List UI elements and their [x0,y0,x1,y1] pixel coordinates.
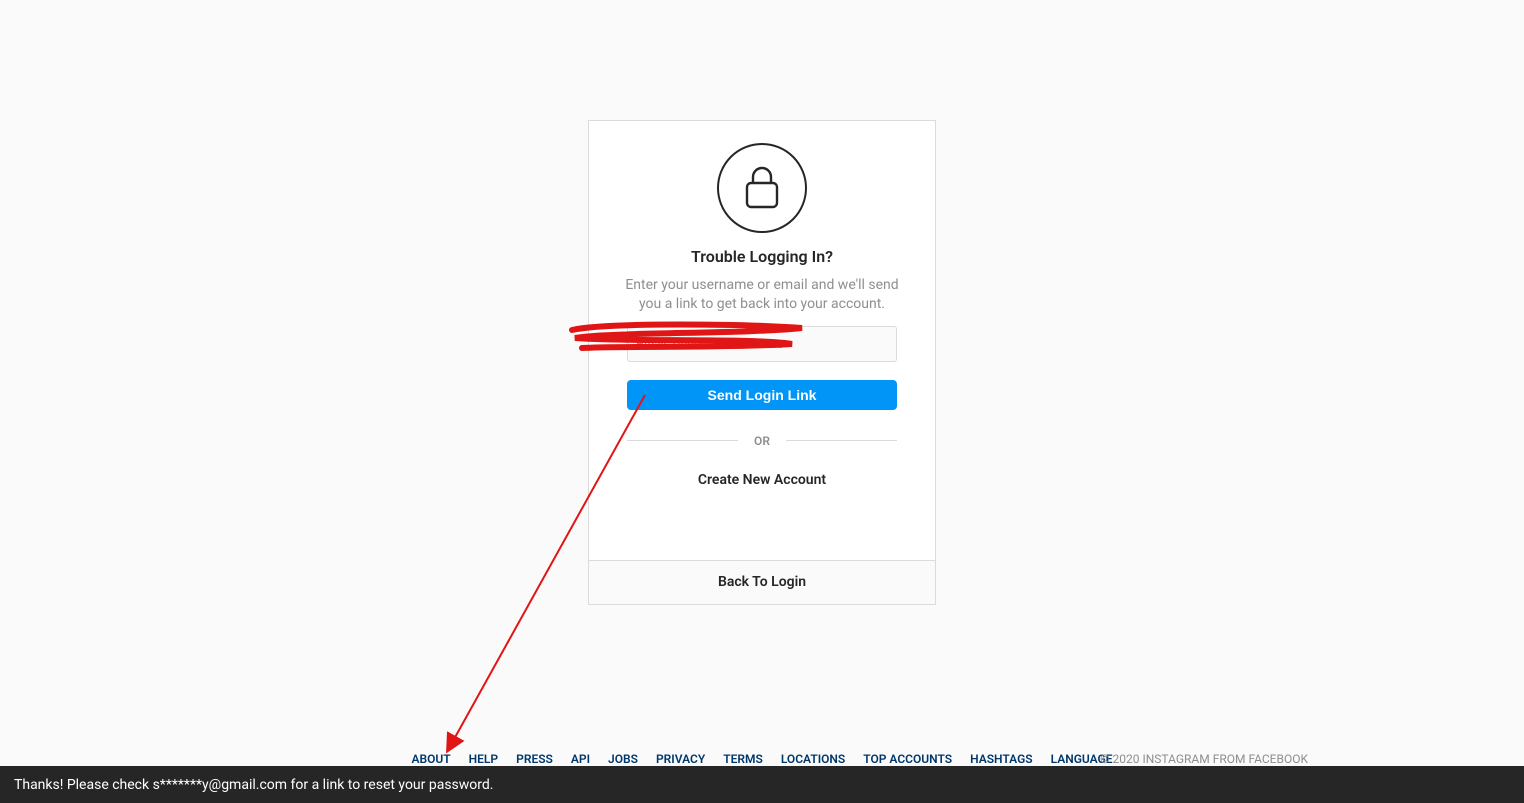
footer-link-press[interactable]: PRESS [516,752,553,766]
card-title: Trouble Logging In? [691,247,833,266]
lock-icon [717,143,807,233]
footer-links: ABOUT HELP PRESS API JOBS PRIVACY TERMS … [412,752,1113,766]
footer-link-help[interactable]: HELP [469,752,498,766]
reset-password-card: Trouble Logging In? Enter your username … [588,120,936,605]
or-label: OR [754,434,770,448]
toast-message: Thanks! Please check s*******y@gmail.com… [14,777,494,793]
footer-link-hashtags[interactable]: HASHTAGS [970,752,1032,766]
divider-line [786,440,897,441]
or-divider: OR [627,434,897,448]
footer: ABOUT HELP PRESS API JOBS PRIVACY TERMS … [0,752,1524,766]
footer-copyright: © 2020 INSTAGRAM FROM FACEBOOK [1100,752,1308,766]
identifier-input[interactable] [627,326,897,362]
send-login-link-button[interactable]: Send Login Link [627,380,897,410]
footer-link-locations[interactable]: LOCATIONS [781,752,845,766]
identifier-input-wrap [627,326,897,362]
footer-link-jobs[interactable]: JOBS [608,752,638,766]
footer-link-top-accounts[interactable]: TOP ACCOUNTS [863,752,952,766]
toast-notification: Thanks! Please check s*******y@gmail.com… [0,766,1524,803]
footer-link-about[interactable]: ABOUT [412,752,451,766]
divider-line [627,440,738,441]
create-new-account-link[interactable]: Create New Account [698,472,826,488]
card-description: Enter your username or email and we'll s… [589,276,935,314]
footer-link-terms[interactable]: TERMS [723,752,763,766]
back-to-login-button[interactable]: Back To Login [589,560,935,604]
footer-link-api[interactable]: API [571,752,590,766]
main-area: Trouble Logging In? Enter your username … [0,0,1524,605]
footer-link-privacy[interactable]: PRIVACY [656,752,705,766]
